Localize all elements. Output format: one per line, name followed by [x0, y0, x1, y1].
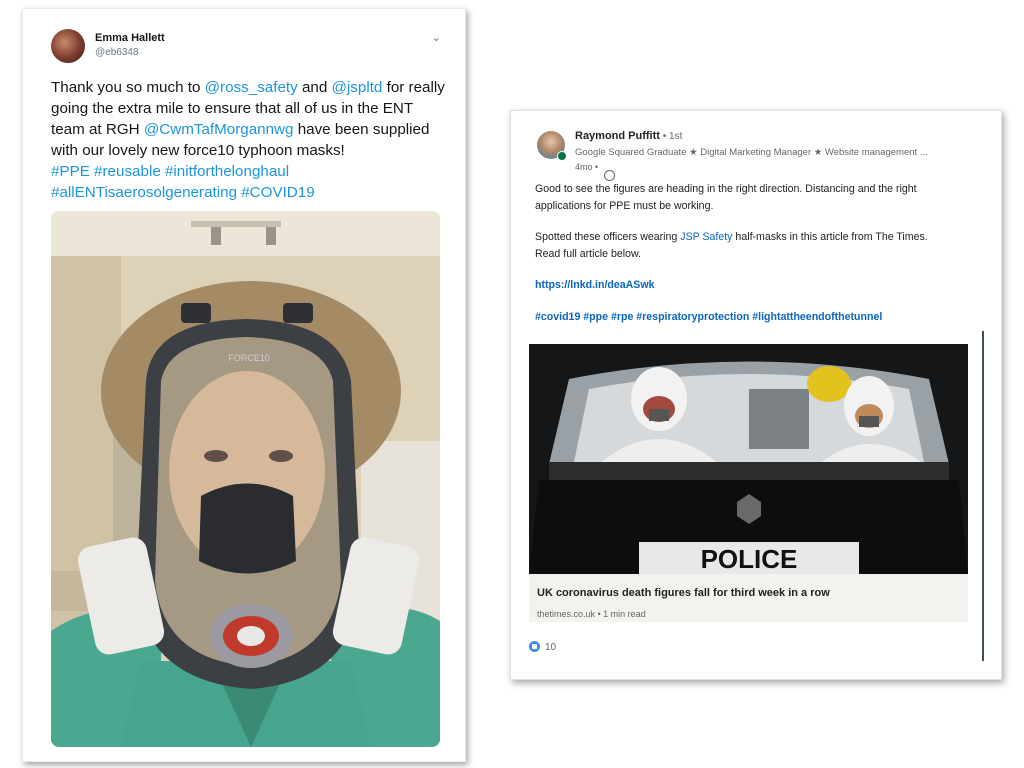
globe-icon: globe	[603, 170, 615, 181]
reaction-number: 10	[545, 642, 557, 653]
article-image[interactable]: POLICE	[529, 344, 968, 574]
jsp-safety-link[interactable]: JSP Safety	[680, 231, 732, 243]
mention-link[interactable]: @CwmTafMorgannwg	[144, 121, 294, 138]
post-time-text: 4mo •	[575, 162, 599, 172]
post-text-part: Spotted these officers wearing	[535, 231, 681, 243]
mention-link[interactable]: @ross_safety	[205, 79, 298, 96]
police-car-image: POLICE	[529, 344, 968, 574]
article-url-link[interactable]: https://lnkd.in/deaASwk	[535, 279, 655, 291]
linkedin-post-text: Good to see the figures are heading in t…	[535, 181, 955, 340]
connection-degree: • 1st	[659, 131, 683, 142]
online-status-icon	[557, 151, 567, 161]
hashtag-links[interactable]: #covid19 #ppe #rpe #respiratoryprotectio…	[535, 311, 882, 323]
reactions-count[interactable]: 10	[529, 641, 556, 653]
hashtag-links[interactable]: #allENTisaerosolgenerating #COVID19	[51, 184, 315, 201]
article-preview[interactable]: UK coronavirus death figures fall for th…	[529, 574, 968, 622]
linkedin-post-card: Raymond Puffitt • 1st Google Squared Gra…	[510, 110, 1002, 680]
post-timestamp: 4mo • globe	[575, 162, 615, 181]
mask-brand-text: FORCE10	[228, 353, 270, 363]
post-paragraph: Good to see the figures are heading in t…	[535, 183, 917, 212]
post-paragraph: #covid19 #ppe #rpe #respiratoryprotectio…	[535, 309, 955, 326]
tweet-photo[interactable]: FORCE10	[51, 211, 440, 747]
linkedin-author-headline: Google Squared Graduate ★ Digital Market…	[575, 147, 928, 158]
hashtag-links[interactable]: #PPE #reusable #initforthelonghaul	[51, 163, 289, 180]
article-source: thetimes.co.uk • 1 min read	[537, 609, 646, 619]
mention-link[interactable]: @jspltd	[332, 79, 383, 96]
tweet-text-part: and	[297, 79, 332, 96]
like-icon	[529, 641, 540, 652]
tweet-avatar[interactable]	[51, 29, 85, 63]
tweet-card: Emma Hallett @eb6348 ⌄ Thank you so much…	[22, 8, 466, 762]
police-sign-text: POLICE	[701, 544, 798, 574]
post-paragraph: Spotted these officers wearing JSP Safet…	[535, 229, 955, 262]
tweet-author-name[interactable]: Emma Hallett	[95, 32, 165, 44]
tweet-text-part: Thank you so much to	[51, 79, 205, 96]
linkedin-author-name[interactable]: Raymond Puffitt • 1st	[575, 130, 682, 142]
mask-selfie-image: FORCE10	[51, 211, 440, 747]
article-title[interactable]: UK coronavirus death figures fall for th…	[537, 587, 830, 599]
author-name-text: Raymond Puffitt	[575, 130, 660, 142]
post-paragraph: https://lnkd.in/deaASwk	[535, 277, 955, 294]
card-edge-divider	[982, 331, 984, 661]
tweet-text: Thank you so much to @ross_safety and @j…	[51, 77, 446, 203]
tweet-author-handle[interactable]: @eb6348	[95, 47, 139, 58]
chevron-down-icon[interactable]: ⌄	[432, 31, 441, 44]
